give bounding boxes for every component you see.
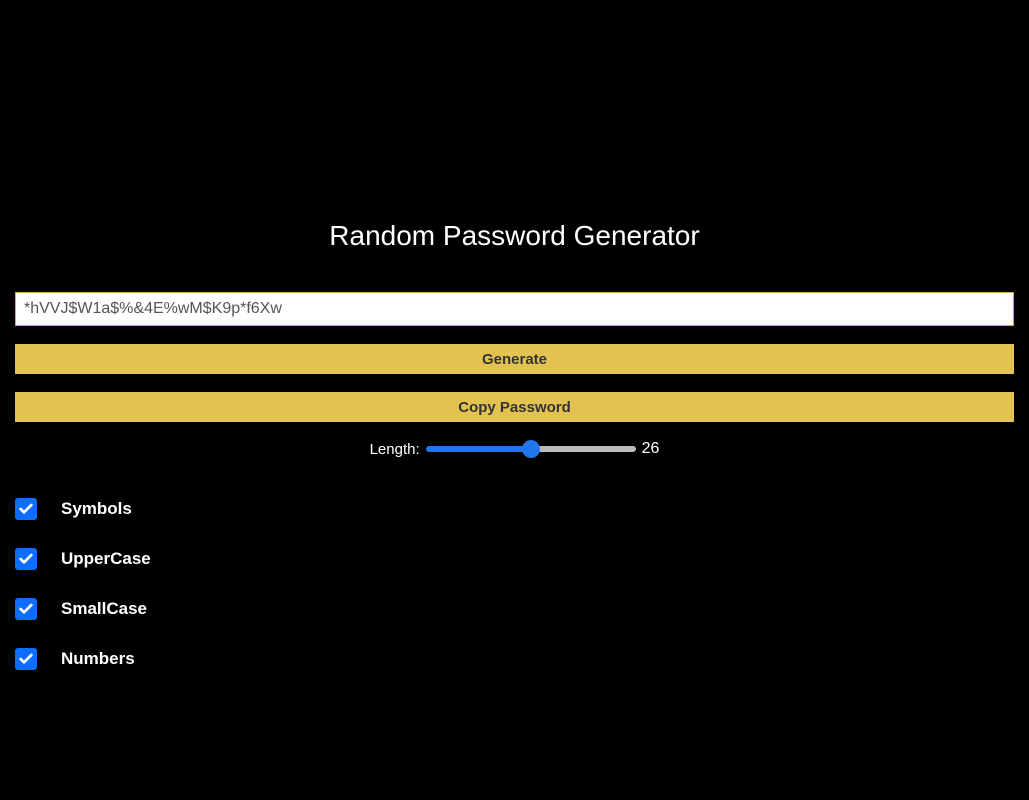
check-icon bbox=[18, 501, 34, 517]
numbers-checkbox[interactable] bbox=[15, 648, 37, 670]
symbols-checkbox[interactable] bbox=[15, 498, 37, 520]
generate-button[interactable]: Generate bbox=[15, 344, 1014, 374]
option-row-smallcase: SmallCase bbox=[15, 598, 1014, 620]
option-label: Symbols bbox=[61, 499, 132, 519]
option-label: Numbers bbox=[61, 649, 135, 669]
length-value: 26 bbox=[642, 440, 660, 458]
check-icon bbox=[18, 601, 34, 617]
password-output[interactable] bbox=[15, 292, 1014, 326]
length-control: Length: 26 bbox=[15, 440, 1014, 458]
option-row-symbols: Symbols bbox=[15, 498, 1014, 520]
smallcase-checkbox[interactable] bbox=[15, 598, 37, 620]
copy-button[interactable]: Copy Password bbox=[15, 392, 1014, 422]
option-row-uppercase: UpperCase bbox=[15, 548, 1014, 570]
length-slider[interactable] bbox=[426, 446, 636, 452]
option-row-numbers: Numbers bbox=[15, 648, 1014, 670]
page-title: Random Password Generator bbox=[15, 220, 1014, 252]
option-label: SmallCase bbox=[61, 599, 147, 619]
check-icon bbox=[18, 551, 34, 567]
check-icon bbox=[18, 651, 34, 667]
length-label: Length: bbox=[370, 441, 420, 458]
option-label: UpperCase bbox=[61, 549, 151, 569]
uppercase-checkbox[interactable] bbox=[15, 548, 37, 570]
